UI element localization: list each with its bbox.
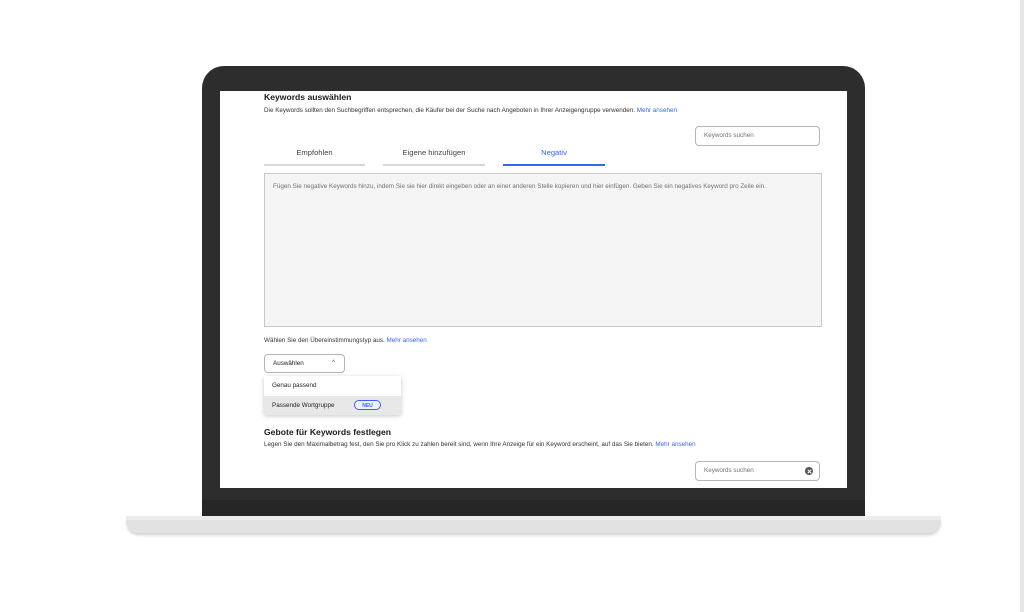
bids-more-link[interactable]: Mehr ansehen <box>655 441 695 448</box>
page-scrollbar <box>1020 0 1024 612</box>
laptop-base-edge <box>126 516 941 520</box>
keywords-search-input[interactable]: Keywords suchen <box>695 126 820 146</box>
bids-keywords-search-input[interactable]: Keywords suchen <box>695 461 820 481</box>
clear-icon[interactable] <box>805 467 813 475</box>
match-type-select-value: Auswählen <box>273 360 304 367</box>
match-type-dropdown-menu: Genau passend Passende Wortgruppe NEU <box>264 376 401 415</box>
option-genau-passend-label: Genau passend <box>272 382 317 389</box>
tab-eigene-label: Eigene hinzufügen <box>402 148 466 157</box>
tab-empfohlen-underline <box>264 164 365 166</box>
tab-negativ-label: Negativ <box>541 148 567 157</box>
match-type-label-row: Wählen Sie den Übereinstimmungstyp aus. … <box>264 337 427 344</box>
negative-keywords-placeholder: Fügen Sie negative Keywords hinzu, indem… <box>273 183 766 190</box>
tab-eigene-underline <box>383 164 485 166</box>
option-genau-passend[interactable]: Genau passend <box>264 376 401 395</box>
tab-negativ-underline <box>503 164 605 166</box>
keywords-description-text: Die Keywords sollten den Suchbegriffen e… <box>264 107 635 114</box>
new-badge: NEU <box>354 400 381 410</box>
bids-section-title: Gebote für Keywords festlegen <box>264 427 392 437</box>
match-type-select[interactable]: Auswählen ^ <box>264 354 345 373</box>
match-type-label: Wählen Sie den Übereinstimmungstyp aus. <box>264 337 385 344</box>
tab-empfohlen[interactable]: Empfohlen <box>264 148 365 166</box>
tab-eigene-hinzufuegen[interactable]: Eigene hinzufügen <box>383 148 485 166</box>
laptop-screen: Keywords auswählen Die Keywords sollten … <box>220 91 847 488</box>
option-passende-wortgruppe[interactable]: Passende Wortgruppe NEU <box>264 396 401 415</box>
keywords-more-link[interactable]: Mehr ansehen <box>637 107 677 114</box>
keywords-section-title: Keywords auswählen <box>264 92 352 102</box>
negative-keywords-textarea[interactable]: Fügen Sie negative Keywords hinzu, indem… <box>264 173 822 327</box>
keywords-search-placeholder: Keywords suchen <box>704 132 754 139</box>
match-type-more-link[interactable]: Mehr ansehen <box>387 337 427 344</box>
bids-section-description: Legen Sie den Maximalbetrag fest, den Si… <box>264 441 696 448</box>
tab-empfohlen-label: Empfohlen <box>296 148 333 157</box>
keywords-section-description: Die Keywords sollten den Suchbegriffen e… <box>264 107 677 114</box>
bids-description-text: Legen Sie den Maximalbetrag fest, den Si… <box>264 441 654 448</box>
bids-search-placeholder: Keywords suchen <box>704 467 754 474</box>
option-passende-wortgruppe-label: Passende Wortgruppe <box>272 402 335 409</box>
chevron-up-icon: ^ <box>332 360 335 366</box>
tab-negativ[interactable]: Negativ <box>503 148 605 166</box>
